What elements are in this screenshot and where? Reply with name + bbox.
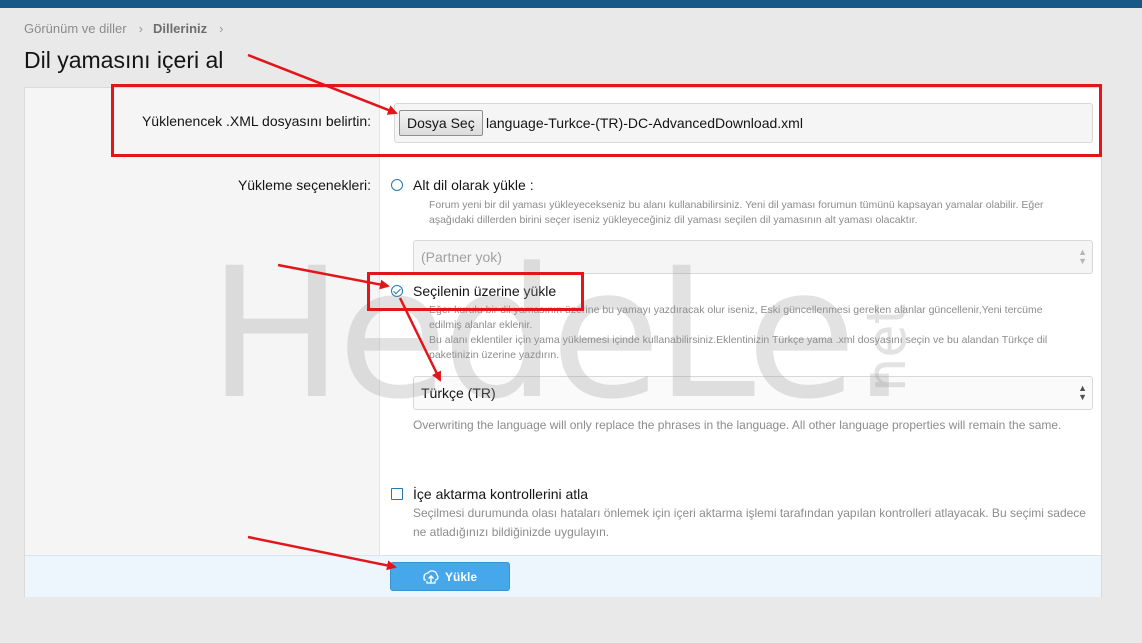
- breadcrumb-item-appearance[interactable]: Görünüm ve diller: [24, 21, 127, 36]
- child-language-hint: Forum yeni bir dil yaması yükleyecekseni…: [429, 198, 1099, 228]
- overwrite-language-value: Türkçe (TR): [421, 385, 496, 401]
- hint-line: paketinizin üzerine yazdırın.: [429, 349, 560, 361]
- chevron-right-icon: ›: [219, 21, 224, 36]
- file-row-label: Yüklenencek .XML dosyasını belirtin:: [141, 113, 371, 129]
- skip-import-checks-label[interactable]: İçe aktarma kontrollerini atla: [413, 486, 588, 502]
- skip-import-checks-explain: Seçilmesi durumunda olası hataları önlem…: [413, 506, 1086, 539]
- overwrite-language-hint: Eğer kurulu bir dil yamasının üzerine bu…: [429, 303, 1099, 363]
- chevron-right-icon: ›: [138, 21, 143, 36]
- options-row-label: Yükleme seçenekleri:: [237, 177, 371, 193]
- parent-language-value: (Partner yok): [421, 249, 502, 265]
- child-language-label[interactable]: Alt dil olarak yükle :: [413, 177, 534, 193]
- hint-line: Forum yeni bir dil yaması yükleyecekseni…: [429, 199, 1044, 211]
- parent-language-select: (Partner yok) ▲ ▼: [413, 240, 1093, 274]
- file-input-field[interactable]: Dosya Seç language-Turkce-(TR)-DC-Advanc…: [394, 103, 1093, 143]
- form-label-column: Yüklenencek .XML dosyasını belirtin: Yük…: [25, 88, 380, 555]
- upload-button[interactable]: Yükle: [390, 562, 510, 591]
- selected-file-name: language-Turkce-(TR)-DC-AdvancedDownload…: [486, 115, 803, 131]
- radio-overwrite-language[interactable]: [391, 285, 403, 297]
- breadcrumb: Görünüm ve diller › Dilleriniz ›: [24, 21, 233, 36]
- hint-line: edilmiş alanlar eklenir.: [429, 319, 533, 331]
- breadcrumb-item-languages[interactable]: Dilleriniz: [153, 21, 207, 36]
- overwrite-explain: Overwriting the language will only repla…: [413, 418, 1062, 432]
- upload-icon: [423, 569, 439, 584]
- hint-line: Eğer kurulu bir dil yamasının üzerine bu…: [429, 304, 1043, 316]
- select-arrows-icon: ▲ ▼: [1078, 247, 1087, 266]
- import-form: Yüklenencek .XML dosyasını belirtin: Yük…: [24, 87, 1102, 597]
- page-title: Dil yamasını içeri al: [24, 47, 224, 73]
- hint-line: aşağıdaki dillerden birini seçer iseniz …: [429, 214, 918, 226]
- radio-child-language[interactable]: [391, 179, 403, 191]
- hint-line: Bu alanı eklentiler için yama yüklemesi …: [429, 334, 1048, 346]
- overwrite-language-label[interactable]: Seçilenin üzerine yükle: [413, 283, 556, 299]
- skip-import-checks-checkbox[interactable]: [391, 488, 403, 500]
- choose-file-button[interactable]: Dosya Seç: [399, 110, 483, 136]
- overwrite-language-select[interactable]: Türkçe (TR) ▲ ▼: [413, 376, 1093, 410]
- upload-button-label: Yükle: [444, 569, 477, 584]
- header-bar: [0, 0, 1142, 8]
- form-submit-row: Yükle: [25, 555, 1101, 597]
- select-arrows-icon: ▲ ▼: [1078, 383, 1087, 402]
